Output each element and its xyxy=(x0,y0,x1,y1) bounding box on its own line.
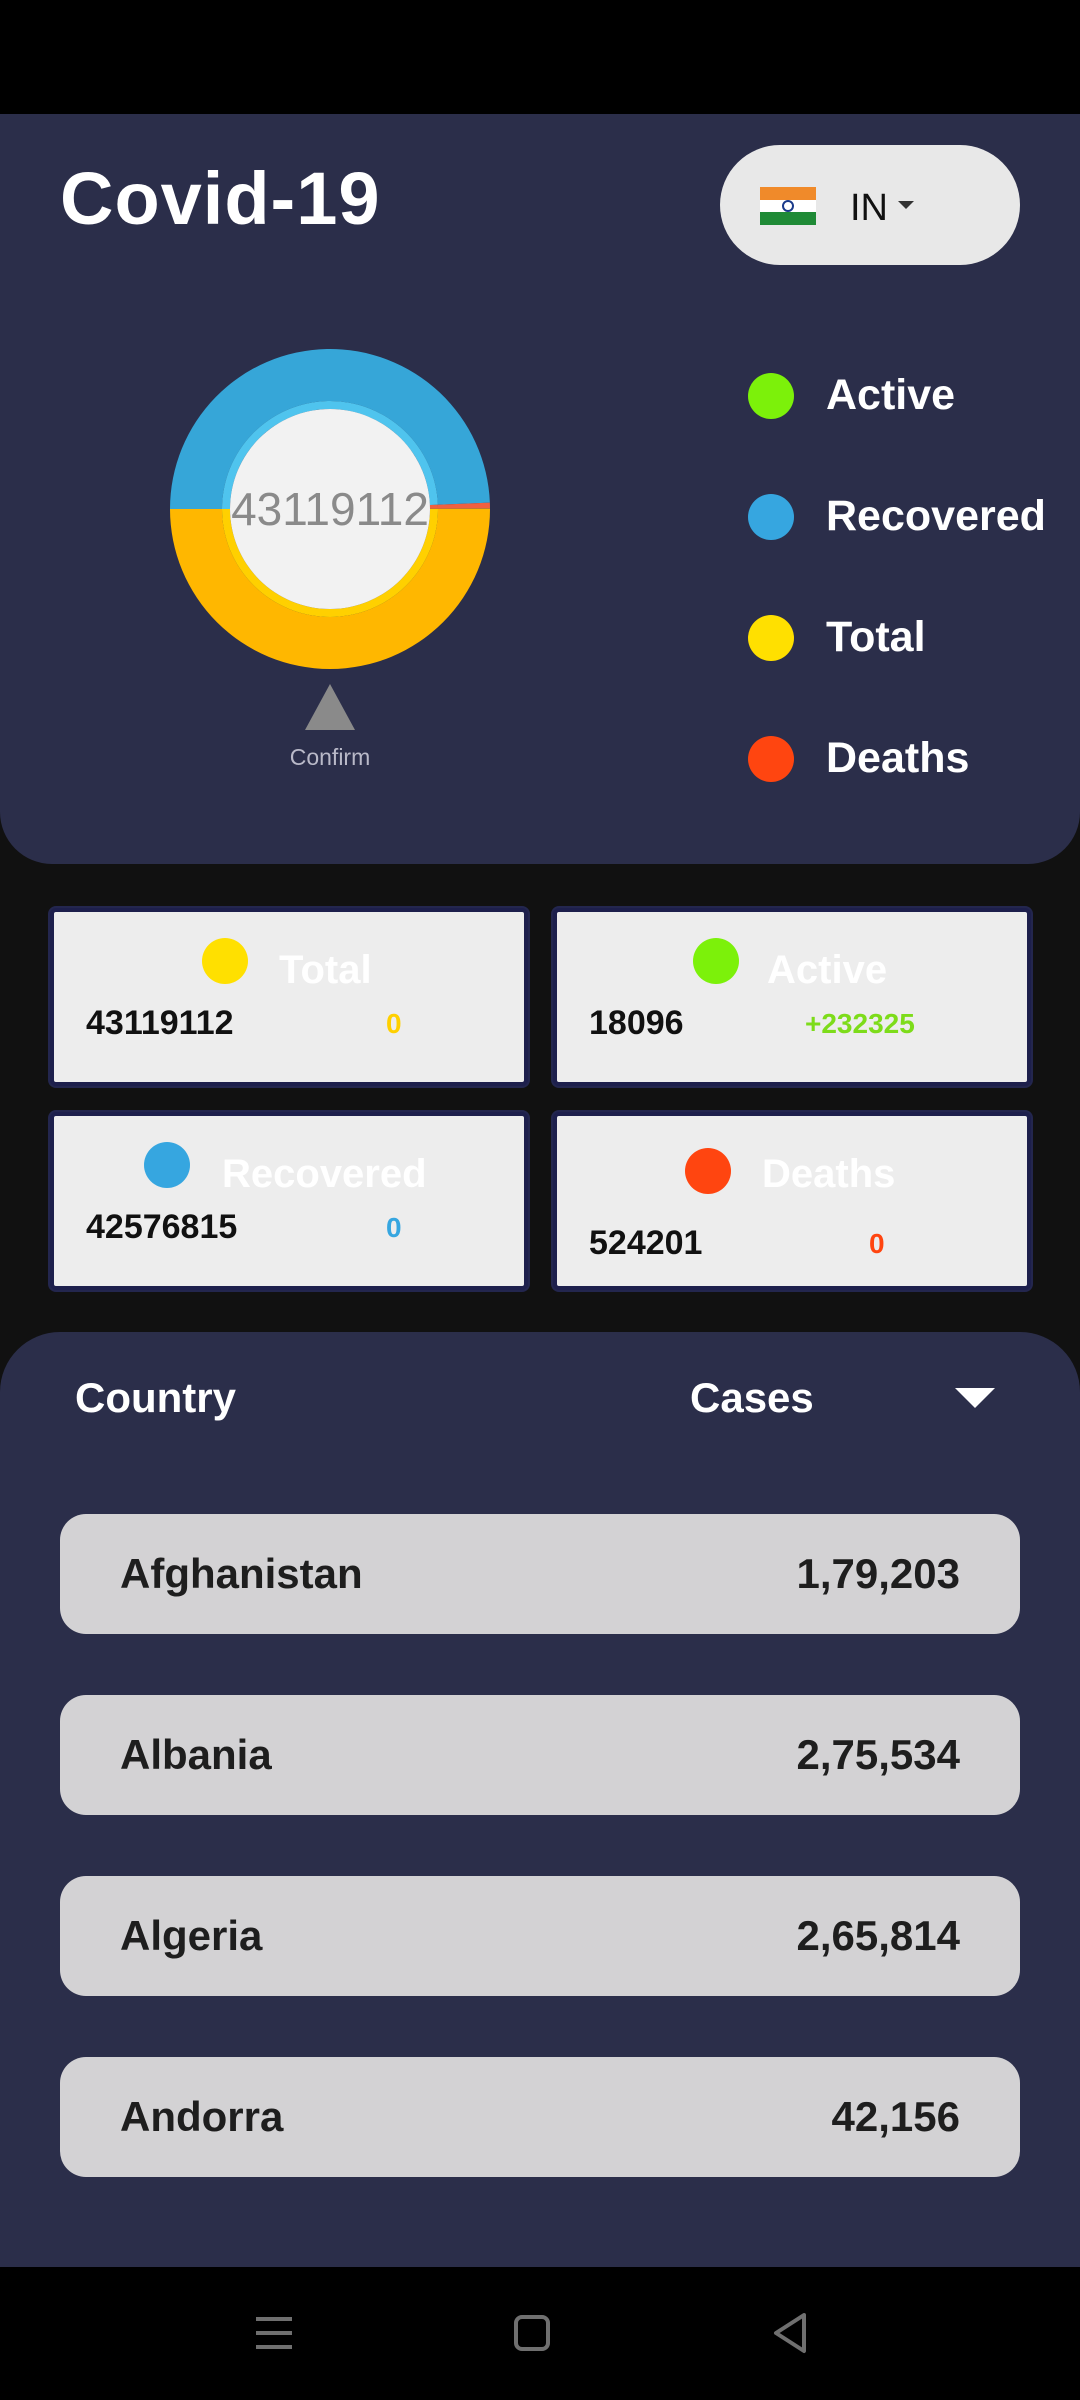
card-delta: 0 xyxy=(869,1228,885,1259)
card-title: Active xyxy=(767,948,888,992)
status-bar xyxy=(0,0,1080,114)
sort-down-icon[interactable] xyxy=(955,1388,995,1408)
legend-item-active: Active xyxy=(748,335,1046,456)
country-code: IN xyxy=(850,187,888,229)
active-card[interactable]: Active 18096 +232325 xyxy=(553,908,1031,1086)
case-count: 2,75,534 xyxy=(796,1731,961,1778)
card-delta: 0 xyxy=(386,1008,402,1039)
country-name: Afghanistan xyxy=(120,1550,363,1597)
card-title: Deaths xyxy=(762,1152,896,1196)
country-name: Algeria xyxy=(120,1912,263,1959)
back-icon[interactable] xyxy=(758,2301,822,2365)
donut-chart: 43119112 xyxy=(170,349,490,669)
recovered-dot-icon xyxy=(748,493,794,540)
total-dot-icon xyxy=(202,938,248,984)
confirm-marker-icon xyxy=(305,684,355,730)
system-nav-bar xyxy=(0,2267,1080,2400)
country-name: Albania xyxy=(120,1731,272,1778)
deaths-card[interactable]: Deaths 524201 0 xyxy=(553,1112,1031,1290)
total-dot-icon xyxy=(748,614,794,661)
summary-panel: Covid-19 IN 43119112 Confirm Active Reco… xyxy=(0,114,1080,864)
deaths-dot-icon xyxy=(748,735,794,782)
menu-icon[interactable] xyxy=(242,2301,306,2365)
card-value: 18096 xyxy=(589,1004,684,1042)
card-value: 42576815 xyxy=(86,1208,238,1246)
confirm-label: Confirm xyxy=(289,744,371,770)
legend-item-deaths: Deaths xyxy=(748,698,1046,819)
list-item[interactable]: Afghanistan 1,79,203 xyxy=(60,1514,1020,1634)
card-delta: 0 xyxy=(386,1212,402,1243)
country-name: Andorra xyxy=(120,2093,284,2140)
deaths-dot-icon xyxy=(685,1148,731,1194)
legend-label: Deaths xyxy=(826,734,970,782)
case-count: 2,65,814 xyxy=(796,1912,961,1959)
card-title: Total xyxy=(279,948,372,992)
column-header-cases[interactable]: Cases xyxy=(690,1374,814,1422)
case-count: 1,79,203 xyxy=(796,1550,961,1597)
home-icon[interactable] xyxy=(500,2301,564,2365)
legend-label: Total xyxy=(826,613,926,661)
legend-label: Active xyxy=(826,371,956,419)
active-dot-icon xyxy=(693,938,739,984)
dropdown-caret-icon xyxy=(898,201,914,209)
donut-center-value: 43119112 xyxy=(231,483,429,535)
app-title: Covid-19 xyxy=(60,157,381,240)
card-value: 524201 xyxy=(589,1224,703,1262)
case-count: 42,156 xyxy=(831,2093,960,2140)
list-item[interactable]: Andorra 42,156 xyxy=(60,2057,1020,2177)
country-selector[interactable]: IN xyxy=(720,145,1020,265)
legend-label: Recovered xyxy=(826,492,1046,540)
recovered-card[interactable]: Recovered 42576815 0 xyxy=(50,1112,528,1290)
card-value: 43119112 xyxy=(86,1004,234,1042)
card-delta: +232325 xyxy=(805,1008,915,1039)
india-flag-icon xyxy=(760,187,816,225)
list-item[interactable]: Albania 2,75,534 xyxy=(60,1695,1020,1815)
legend: Active Recovered Total Deaths xyxy=(748,335,1046,819)
total-card[interactable]: Total 43119112 0 xyxy=(50,908,528,1086)
legend-item-recovered: Recovered xyxy=(748,456,1046,577)
column-header-country: Country xyxy=(75,1374,236,1421)
recovered-dot-icon xyxy=(144,1142,190,1188)
legend-item-total: Total xyxy=(748,577,1046,698)
card-title: Recovered xyxy=(222,1152,427,1196)
list-item[interactable]: Algeria 2,65,814 xyxy=(60,1876,1020,1996)
active-dot-icon xyxy=(748,372,794,419)
country-list-panel: Country Cases Afghanistan 1,79,203 Alban… xyxy=(0,1332,1080,2267)
